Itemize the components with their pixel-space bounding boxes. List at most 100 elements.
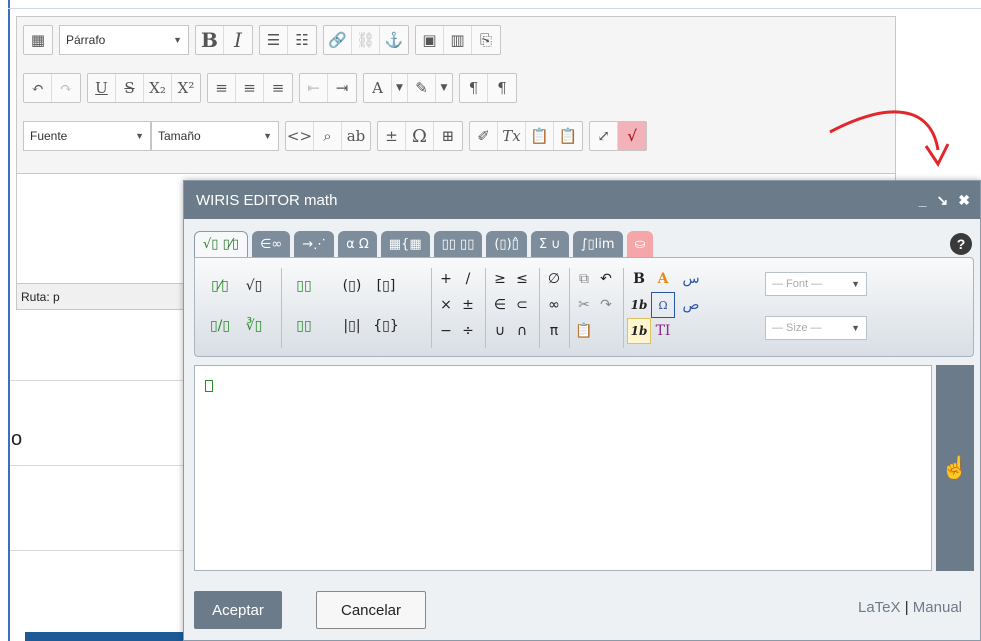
cut-icon[interactable]: ✂ <box>573 292 595 318</box>
align-left-icon[interactable]: ≡ <box>208 74 236 102</box>
toolbar-toggle-icon[interactable]: ▦ <box>24 26 52 54</box>
ltr-icon[interactable]: ¶ <box>460 74 488 102</box>
minimize-icon[interactable]: _ <box>919 192 927 209</box>
underline-button[interactable]: U <box>88 74 116 102</box>
bold-style-button[interactable]: B <box>627 266 651 292</box>
unlink-icon[interactable]: ⛓ <box>352 26 380 54</box>
outdent-icon[interactable]: ⇤ <box>300 74 328 102</box>
image-icon[interactable]: ▣ <box>416 26 444 54</box>
tab-big-ops[interactable]: Σ ∪ <box>530 231 569 257</box>
union-button[interactable]: ∪ <box>489 318 511 344</box>
redo-icon[interactable]: ↷ <box>52 74 80 102</box>
bevelled-fraction-button[interactable]: ▯/▯ <box>203 306 237 346</box>
tab-calculus[interactable]: ∫▯lim <box>572 231 623 257</box>
symbol-style-button[interactable]: Ω <box>651 292 675 318</box>
replace-icon[interactable]: ab <box>342 122 370 150</box>
cancel-button[interactable]: Cancelar <box>316 591 426 629</box>
times-button[interactable]: × <box>435 292 457 318</box>
empty-set-button[interactable]: ∅ <box>543 266 565 292</box>
highlight-color-icon[interactable]: ✎ <box>408 74 436 102</box>
undo-icon[interactable]: ↶ <box>24 74 52 102</box>
subscript-button[interactable]: X₂ <box>144 74 172 102</box>
tab-general[interactable]: √▯ ▯⁄▯ <box>194 231 249 257</box>
nth-root-button[interactable]: ∛▯ <box>237 306 271 346</box>
anchor-link-icon[interactable]: ⚓ <box>380 26 408 54</box>
subset-button[interactable]: ⊂ <box>511 292 533 318</box>
arabic-sin-button[interactable]: س <box>679 266 703 292</box>
subscript-button[interactable]: ▯▯ <box>287 306 321 346</box>
chevron-down-icon[interactable]: ▼ <box>392 74 408 102</box>
italic-button[interactable]: I <box>224 26 252 54</box>
minus-button[interactable]: − <box>435 318 457 344</box>
parentheses-button[interactable]: (▯) <box>335 266 369 306</box>
size-select[interactable]: — Size — ▼ <box>765 316 867 340</box>
manual-link[interactable]: Manual <box>913 599 962 616</box>
plus-button[interactable]: + <box>435 266 457 292</box>
tab-greek[interactable]: α Ω <box>338 231 377 257</box>
handwriting-toggle[interactable]: ☝ <box>936 365 974 571</box>
rtl-icon[interactable]: ¶ <box>488 74 516 102</box>
special-char-icon[interactable]: Ω <box>406 122 434 150</box>
align-center-icon[interactable]: ≡ <box>236 74 264 102</box>
square-brackets-button[interactable]: [▯] <box>369 266 403 306</box>
paste-word-icon[interactable]: 📋 <box>554 122 582 150</box>
pi-button[interactable]: π <box>543 318 565 344</box>
paste-text-icon[interactable]: 📋 <box>526 122 554 150</box>
intersection-button[interactable]: ∩ <box>511 318 533 344</box>
wiris-math-button[interactable]: √ <box>618 122 646 150</box>
paste-icon[interactable]: 📋 <box>573 318 595 344</box>
bullet-list-icon[interactable]: ☰ <box>260 26 288 54</box>
text-color-icon[interactable]: A <box>364 74 392 102</box>
link-icon[interactable]: 🔗 <box>324 26 352 54</box>
superscript-button[interactable]: X² <box>172 74 200 102</box>
remove-format-icon[interactable]: Tx <box>498 122 526 150</box>
font-family-select[interactable]: Fuente ▼ <box>23 121 151 151</box>
resize-icon[interactable]: ↘ <box>937 192 949 209</box>
formula-input-area[interactable] <box>194 365 932 571</box>
table-icon[interactable]: ⊞ <box>434 122 462 150</box>
media-icon[interactable]: ▥ <box>444 26 472 54</box>
code-icon[interactable]: <> <box>286 122 314 150</box>
strikethrough-button[interactable]: S <box>116 74 144 102</box>
latex-link[interactable]: LaTeX <box>858 599 901 616</box>
redo-icon[interactable]: ↷ <box>595 292 617 318</box>
font-select[interactable]: — Font — ▼ <box>765 272 867 296</box>
help-icon[interactable]: ? <box>950 233 972 255</box>
geq-button[interactable]: ≥ <box>489 266 511 292</box>
superscript-button[interactable]: ▯▯ <box>287 266 321 306</box>
arabic-sad-button[interactable]: ص <box>679 292 703 318</box>
tab-symbols[interactable]: ∈∞ <box>252 231 291 257</box>
fraction-button[interactable]: ▯⁄▯ <box>203 266 237 306</box>
font-size-select[interactable]: Tamaño ▼ <box>151 121 279 151</box>
absolute-value-button[interactable]: |▯| <box>335 306 369 346</box>
math-style-button[interactable]: 1b <box>627 292 651 318</box>
divide-button[interactable]: ÷ <box>457 318 479 344</box>
numbered-list-icon[interactable]: ☷ <box>288 26 316 54</box>
infinity-button[interactable]: ∞ <box>543 292 565 318</box>
format-select[interactable]: Párrafo ▼ <box>59 25 189 55</box>
tab-scripts[interactable]: ▯▯ ▯▯ <box>433 231 483 257</box>
tab-arrows[interactable]: →⋰ <box>294 231 335 257</box>
close-icon[interactable]: ✖ <box>958 192 970 209</box>
plus-minus-button[interactable]: ± <box>457 292 479 318</box>
tab-contextual[interactable]: ⛀ <box>626 231 654 257</box>
clean-format-icon[interactable]: ✐ <box>470 122 498 150</box>
tab-decorations[interactable]: (▯)▯̂ <box>486 231 527 257</box>
accept-button[interactable]: Aceptar <box>194 591 282 629</box>
dialog-title-bar[interactable]: WIRIS EDITOR math _ ↘ ✖ <box>184 181 980 219</box>
horizontal-rule-icon[interactable]: ± <box>378 122 406 150</box>
curly-brackets-button[interactable]: {▯} <box>369 306 403 346</box>
bold-button[interactable]: B <box>196 26 224 54</box>
text-math-toggle[interactable]: 1b <box>627 318 651 344</box>
undo-icon[interactable]: ↶ <box>595 266 617 292</box>
sqrt-button[interactable]: √▯ <box>237 266 271 306</box>
text-style-button[interactable]: TI <box>651 318 675 344</box>
paste-special-icon[interactable]: ⎘ <box>472 26 500 54</box>
search-icon[interactable]: ⌕ <box>314 122 342 150</box>
leq-button[interactable]: ≤ <box>511 266 533 292</box>
tab-matrix[interactable]: ▦{▦ <box>380 231 430 257</box>
element-of-button[interactable]: ∈ <box>489 292 511 318</box>
slash-button[interactable]: / <box>457 266 479 292</box>
copy-icon[interactable]: ⧉ <box>573 266 595 292</box>
indent-icon[interactable]: ⇥ <box>328 74 356 102</box>
